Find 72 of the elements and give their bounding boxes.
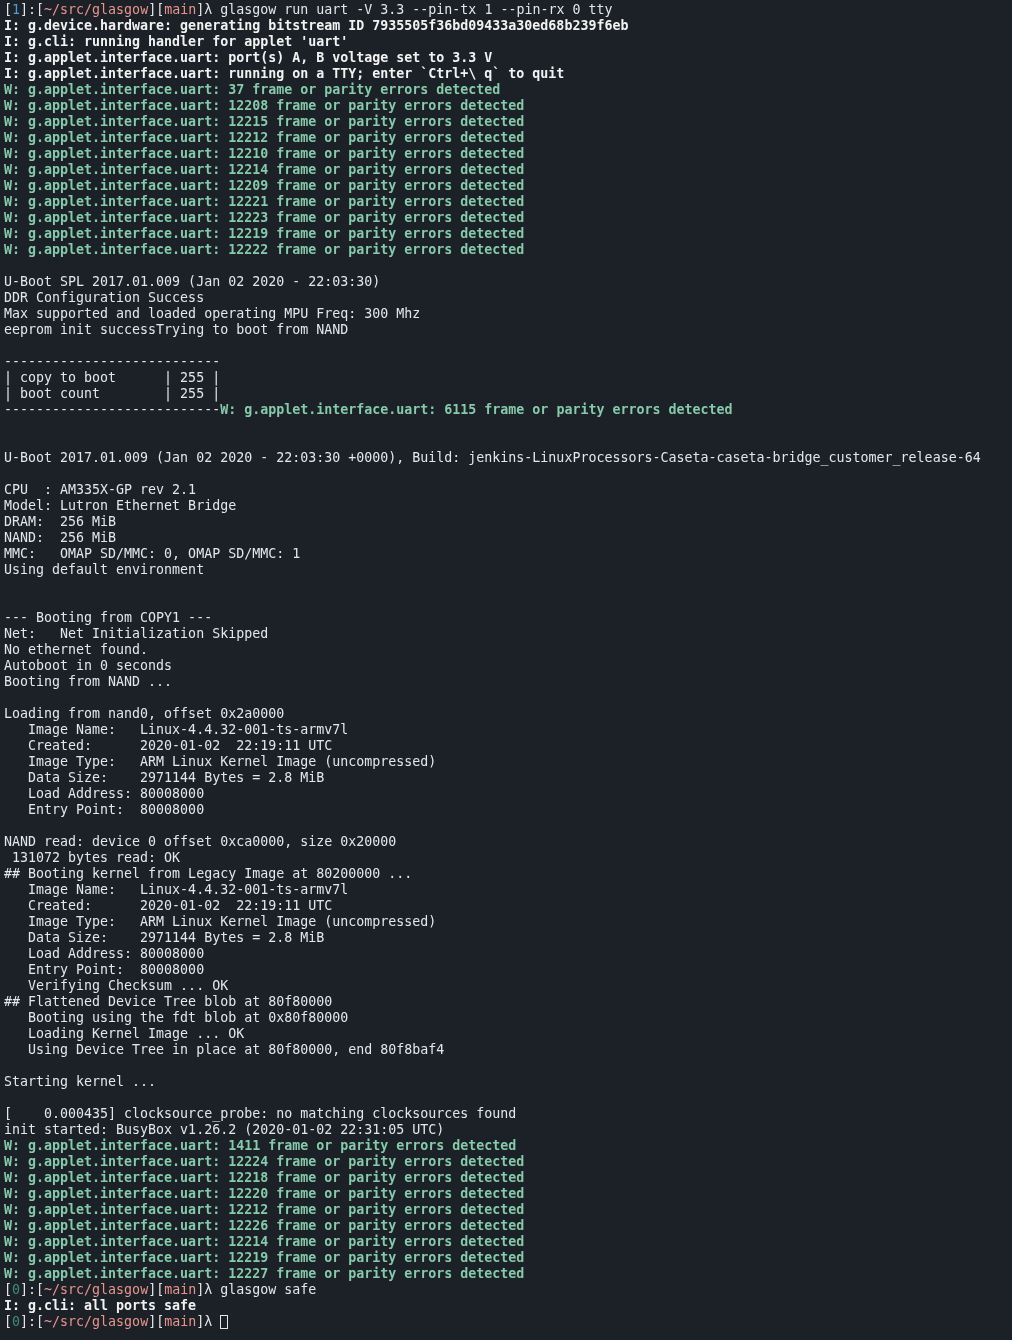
output-line: Data Size: 2971144 Bytes = 2.8 MiB: [27, 930, 325, 946]
warning-line: W: g.applet.interface.uart: 12221 frame or parity errors detected: [4, 194, 525, 210]
output-line: Net: Net Initialization Skipped: [4, 626, 269, 642]
output-line: | copy to boot | 255 |: [4, 370, 221, 386]
warning-line: W: g.applet.interface.uart: 12214 frame or parity errors detected: [4, 1234, 525, 1250]
prompt-line: [0]:[~/src/glasgow][main]λ: [4, 1314, 213, 1330]
output-line: Created: 2020-01-02 22:19:11 UTC: [27, 738, 333, 754]
output-line: NAND: 256 MiB: [4, 530, 117, 546]
output-line: Booting using the fdt blob at 0x80f80000: [27, 1010, 349, 1026]
log-line: I: g.cli: running handler for applet 'uart': [4, 34, 349, 50]
warning-line: W: g.applet.interface.uart: 12208 frame or parity errors detected: [4, 98, 525, 114]
output-line: Using default environment: [4, 562, 205, 578]
prompt-line: [1]:[~/src/glasgow][main]λ glasgow run uart -V 3.3 --pin-tx 1 --pin-rx 0 tty: [4, 2, 613, 18]
output-line: ## Booting kernel from Legacy Image at 80200000 ...: [4, 866, 413, 882]
warning-line: W: g.applet.interface.uart: 12209 frame or parity errors detected: [4, 178, 525, 194]
output-line: U-Boot 2017.01.009 (Jan 02 2020 - 22:03:30 +0000), Build: jenkins-LinuxProcessors-Caseta-caseta-bridge_customer_release-64: [4, 450, 981, 466]
output-line: | boot count | 255 |: [4, 386, 221, 402]
warning-line: W: g.applet.interface.uart: 12219 frame or parity errors detected: [4, 1250, 525, 1266]
output-line: Image Type: ARM Linux Kernel Image (uncompressed): [27, 914, 437, 930]
output-line: Load Address: 80008000: [27, 946, 205, 962]
output-line: [ 0.000435] clocksource_probe: no matching clocksources found: [4, 1106, 517, 1122]
output-line: Data Size: 2971144 Bytes = 2.8 MiB: [27, 770, 325, 786]
output-line: Image Type: ARM Linux Kernel Image (uncompressed): [27, 754, 437, 770]
output-line: Starting kernel ...: [4, 1074, 157, 1090]
warning-line: W: g.applet.interface.uart: 12223 frame or parity errors detected: [4, 210, 525, 226]
warning-line: W: g.applet.interface.uart: 1411 frame or parity errors detected: [4, 1138, 517, 1154]
output-line: Created: 2020-01-02 22:19:11 UTC: [27, 898, 333, 914]
output-line: Model: Lutron Ethernet Bridge: [4, 498, 237, 514]
warning-line: W: g.applet.interface.uart: 12218 frame or parity errors detected: [4, 1170, 525, 1186]
log-line: I: g.applet.interface.uart: port(s) A, B voltage set to 3.3 V: [4, 50, 493, 66]
output-line: Loading from nand0, offset 0x2a0000: [4, 706, 285, 722]
warning-line: W: g.applet.interface.uart: 12215 frame or parity errors detected: [4, 114, 525, 130]
warning-line: W: g.applet.interface.uart: 12219 frame or parity errors detected: [4, 226, 525, 242]
output-line: ---------------------------W: g.applet.interface.uart: 6115 frame or parity errors detected: [4, 402, 733, 418]
output-line: --- Booting from COPY1 ---: [4, 610, 213, 626]
warning-line: W: g.applet.interface.uart: 12212 frame or parity errors detected: [4, 130, 525, 146]
warning-line: W: g.applet.interface.uart: 12227 frame or parity errors detected: [4, 1266, 525, 1282]
output-line: ## Flattened Device Tree blob at 80f80000: [4, 994, 333, 1010]
warning-line: W: g.applet.interface.uart: 12212 frame or parity errors detected: [4, 1202, 525, 1218]
output-line: Loading Kernel Image ... OK: [27, 1026, 245, 1042]
output-line: U-Boot SPL 2017.01.009 (Jan 02 2020 - 22:03:30): [4, 274, 381, 290]
output-line: Autoboot in 0 seconds: [4, 658, 173, 674]
log-line: I: g.device.hardware: generating bitstream ID 7935505f36bd09433a30ed68b239f6eb: [4, 18, 629, 34]
warning-line: W: g.applet.interface.uart: 12226 frame or parity errors detected: [4, 1218, 525, 1234]
output-line: Entry Point: 80008000: [27, 802, 205, 818]
output-line: ---------------------------: [4, 354, 221, 370]
output-line: DRAM: 256 MiB: [4, 514, 117, 530]
output-line: 131072 bytes read: OK: [11, 850, 181, 866]
output-line: Verifying Checksum ... OK: [27, 978, 229, 994]
warning-line: W: g.applet.interface.uart: 12220 frame or parity errors detected: [4, 1186, 525, 1202]
output-line: DDR Configuration Success: [4, 290, 205, 306]
output-line: Entry Point: 80008000: [27, 962, 205, 978]
output-line: Max supported and loaded operating MPU Freq: 300 Mhz: [4, 306, 421, 322]
output-line: init started: BusyBox v1.26.2 (2020-01-02 22:31:05 UTC): [4, 1122, 445, 1138]
warning-line: W: g.applet.interface.uart: 12214 frame or parity errors detected: [4, 162, 525, 178]
output-line: No ethernet found.: [4, 642, 149, 658]
output-line: Image Name: Linux-4.4.32-001-ts-armv7l: [27, 722, 349, 738]
warning-line: W: g.applet.interface.uart: 37 frame or parity errors detected: [4, 82, 501, 98]
output-line: Image Name: Linux-4.4.32-001-ts-armv7l: [27, 882, 349, 898]
output-line: Using Device Tree in place at 80f80000, end 80f8baf4: [27, 1042, 445, 1058]
log-line: I: g.cli: all ports safe: [4, 1298, 197, 1314]
warning-line: W: g.applet.interface.uart: 12210 frame or parity errors detected: [4, 146, 525, 162]
output-line: eeprom init successTrying to boot from NAND: [4, 322, 349, 338]
log-line: I: g.applet.interface.uart: running on a TTY; enter `Ctrl+\ q` to quit: [4, 66, 565, 82]
prompt-line: [0]:[~/src/glasgow][main]λ glasgow safe: [4, 1282, 317, 1298]
output-line: Booting from NAND ...: [4, 674, 173, 690]
output-line: CPU : AM335X-GP rev 2.1: [4, 482, 197, 498]
warning-line: W: g.applet.interface.uart: 12222 frame or parity errors detected: [4, 242, 525, 258]
output-line: Load Address: 80008000: [27, 786, 205, 802]
warning-line: W: g.applet.interface.uart: 12224 frame or parity errors detected: [4, 1154, 525, 1170]
output-line: NAND read: device 0 offset 0xca0000, size 0x20000: [4, 834, 397, 850]
output-line: MMC: OMAP SD/MMC: 0, OMAP SD/MMC: 1: [4, 546, 301, 562]
